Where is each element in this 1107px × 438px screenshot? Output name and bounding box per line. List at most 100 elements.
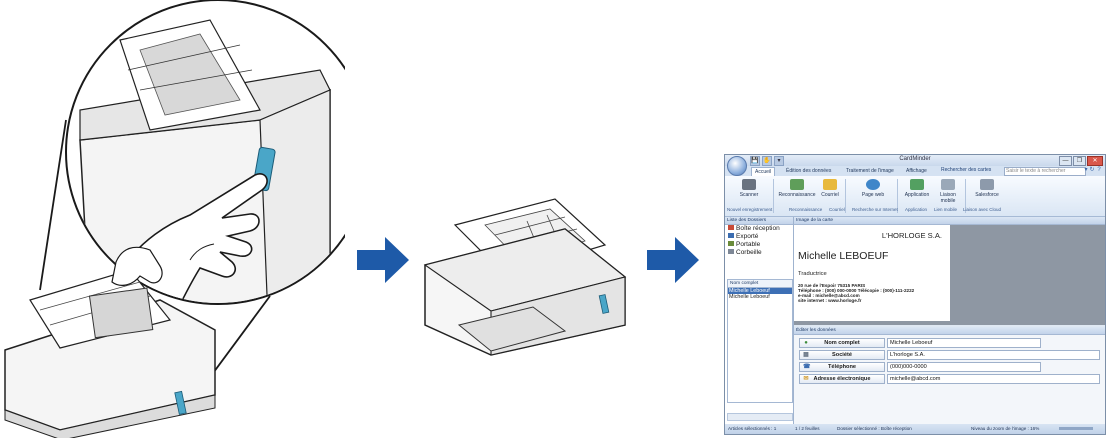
hand-pressing-scan-button-illustration	[4, 0, 345, 438]
card-list-header[interactable]: Nom complet	[728, 280, 792, 288]
globe-icon	[866, 179, 880, 190]
horizontal-scrollbar[interactable]	[727, 413, 793, 421]
company-icon: ▦	[803, 352, 809, 358]
ribbon: Scanner Reconnaissance Courriel Page web…	[725, 176, 1105, 217]
email-button[interactable]: Courriel	[817, 179, 843, 198]
folder-exporte[interactable]: Exporté	[725, 233, 793, 241]
portable-folder-icon	[728, 241, 734, 246]
group-new-record: Nouvel enregistrement	[727, 207, 773, 212]
hand-tool-icon[interactable]: ✋	[762, 156, 772, 166]
arrow-right-icon	[647, 237, 699, 283]
scanner-button-label: Scanner	[739, 192, 759, 198]
tab-edition-des-donnees[interactable]: Édition des données	[783, 167, 834, 176]
edit-panel-header: Éditer les données	[794, 327, 1105, 335]
field-company: ▦ Société L'horloge S.A.	[799, 350, 1100, 360]
group-recognition: Reconnaissance	[789, 207, 823, 212]
status-folder: Dossier sélectionné : Boîte réception	[837, 426, 912, 431]
recognition-button-label: Reconnaissance	[778, 192, 816, 198]
email-field[interactable]: michelle@abcd.com	[887, 374, 1100, 384]
mail-icon	[823, 179, 837, 190]
salesforce-button[interactable]: Salesforce	[967, 179, 1007, 198]
recognition-button[interactable]: Reconnaissance	[775, 179, 819, 198]
folder-label: Corbeille	[736, 249, 762, 256]
zoom-slider[interactable]	[1059, 427, 1093, 430]
email-icon: ✉	[803, 376, 809, 382]
image-panel-header: Image de la carte	[794, 217, 1105, 225]
field-label-text: Nom complet	[824, 340, 860, 346]
folders-panel: Liste des Dossiers Boîte réception Expor…	[725, 217, 794, 424]
mobile-link-button-label: Liaison mobile	[940, 192, 956, 204]
cardminder-window: CardMinder 💾 ✋ ▾ — ❐ ✕ Accueil Édition d…	[724, 154, 1106, 435]
qat-dropdown-icon[interactable]: ▾	[774, 156, 784, 166]
card-website: site internet : www.horloge.fr	[798, 298, 862, 303]
application-menu-button[interactable]	[727, 156, 747, 176]
ribbon-tab-row: Accueil Édition des données Traitement d…	[725, 166, 1105, 176]
mobile-link-icon	[941, 179, 955, 190]
recognition-icon	[790, 179, 804, 190]
company-field[interactable]: L'horloge S.A.	[887, 350, 1100, 360]
title-bar: CardMinder 💾 ✋ ▾ — ❐ ✕	[725, 155, 1105, 166]
salesforce-icon	[980, 179, 994, 190]
field-label[interactable]: ▦ Société	[799, 350, 885, 360]
field-full-name: ● Nom complet Michelle Leboeuf	[799, 338, 1100, 348]
minimize-button[interactable]: —	[1059, 156, 1072, 166]
folder-portable[interactable]: Portable	[725, 241, 793, 249]
phone-field[interactable]: (000)000-0000	[887, 362, 1041, 372]
window-controls: — ❐ ✕	[1059, 156, 1103, 166]
group-internet-search: Recherche sur Internet	[852, 207, 898, 212]
field-label[interactable]: ☎ Téléphone	[799, 362, 885, 372]
salesforce-button-label: Salesforce	[975, 192, 999, 198]
scanner-icon	[742, 179, 756, 190]
list-item[interactable]: Michelle Leboeuf	[728, 294, 792, 300]
field-label-text: Téléphone	[828, 364, 856, 370]
group-cloud: Liaison avec Cloud	[963, 207, 1002, 212]
field-email: ✉ Adresse électronique michelle@abcd.com	[799, 374, 1100, 384]
ribbon-separator	[845, 179, 846, 213]
inbox-folder-icon	[728, 225, 734, 230]
maximize-button[interactable]: ❐	[1073, 156, 1086, 166]
email-button-label: Courriel	[821, 192, 839, 198]
mobile-link-button[interactable]: Liaison mobile	[933, 179, 963, 204]
group-application: Application	[905, 207, 928, 212]
search-input[interactable]: Saisir le texte à rechercher	[1004, 167, 1086, 176]
web-page-button-label: Page web	[861, 192, 885, 198]
field-label-text: Société	[832, 352, 852, 358]
card-company: L'HORLOGE S.A.	[881, 231, 942, 240]
group-mobile: Lien mobile	[934, 207, 958, 212]
folder-boite-reception[interactable]: Boîte réception	[725, 225, 793, 233]
group-email: Courriel	[829, 207, 845, 212]
web-page-button[interactable]: Page web	[853, 179, 893, 198]
status-selected-count: Articles sélectionnés : 1	[728, 426, 777, 431]
folder-label: Portable	[736, 241, 761, 248]
tab-traitement-image[interactable]: Traitement de l'image	[843, 167, 897, 176]
card-name: Michelle LEBOEUF	[798, 250, 889, 262]
scanner-button[interactable]: Scanner	[727, 179, 771, 198]
folder-corbeille[interactable]: Corbeille	[725, 249, 793, 257]
trash-icon	[728, 249, 734, 254]
application-button-label: Application	[904, 192, 930, 198]
field-label[interactable]: ✉ Adresse électronique	[799, 374, 885, 384]
application-button[interactable]: Application	[899, 179, 935, 198]
tab-affichage[interactable]: Affichage	[903, 167, 930, 176]
folder-label: Exporté	[736, 233, 759, 240]
card-job-title: Traductrice	[798, 271, 827, 277]
status-zoom: Niveau du zoom de l'image : 16%	[971, 426, 1040, 431]
field-label[interactable]: ● Nom complet	[799, 338, 885, 348]
full-name-field[interactable]: Michelle Leboeuf	[887, 338, 1041, 348]
tab-accueil[interactable]: Accueil	[751, 167, 776, 176]
close-button[interactable]: ✕	[1087, 156, 1103, 166]
status-pages: 1 / 2 feuilles	[795, 426, 820, 431]
help-icon[interactable]: ?	[1096, 167, 1102, 174]
field-label-text: Adresse électronique	[813, 376, 871, 382]
edit-data-panel: Éditer les données ● Nom complet Michell…	[794, 327, 1105, 424]
search-next-icon[interactable]: ↻	[1089, 167, 1095, 174]
save-icon[interactable]: 💾	[750, 156, 760, 166]
status-bar: Articles sélectionnés : 1 1 / 2 feuilles…	[725, 424, 1105, 434]
arrow-right-icon	[357, 237, 409, 283]
field-phone: ☎ Téléphone (000)000-0000	[799, 362, 1100, 372]
application-icon	[910, 179, 924, 190]
folders-panel-header: Liste des Dossiers	[725, 217, 793, 225]
search-label: Rechercher des cartes	[941, 167, 992, 173]
card-list: Nom complet Michelle Leboeuf Michelle Le…	[727, 279, 793, 403]
scanner-ejecting-card-illustration	[423, 198, 627, 356]
